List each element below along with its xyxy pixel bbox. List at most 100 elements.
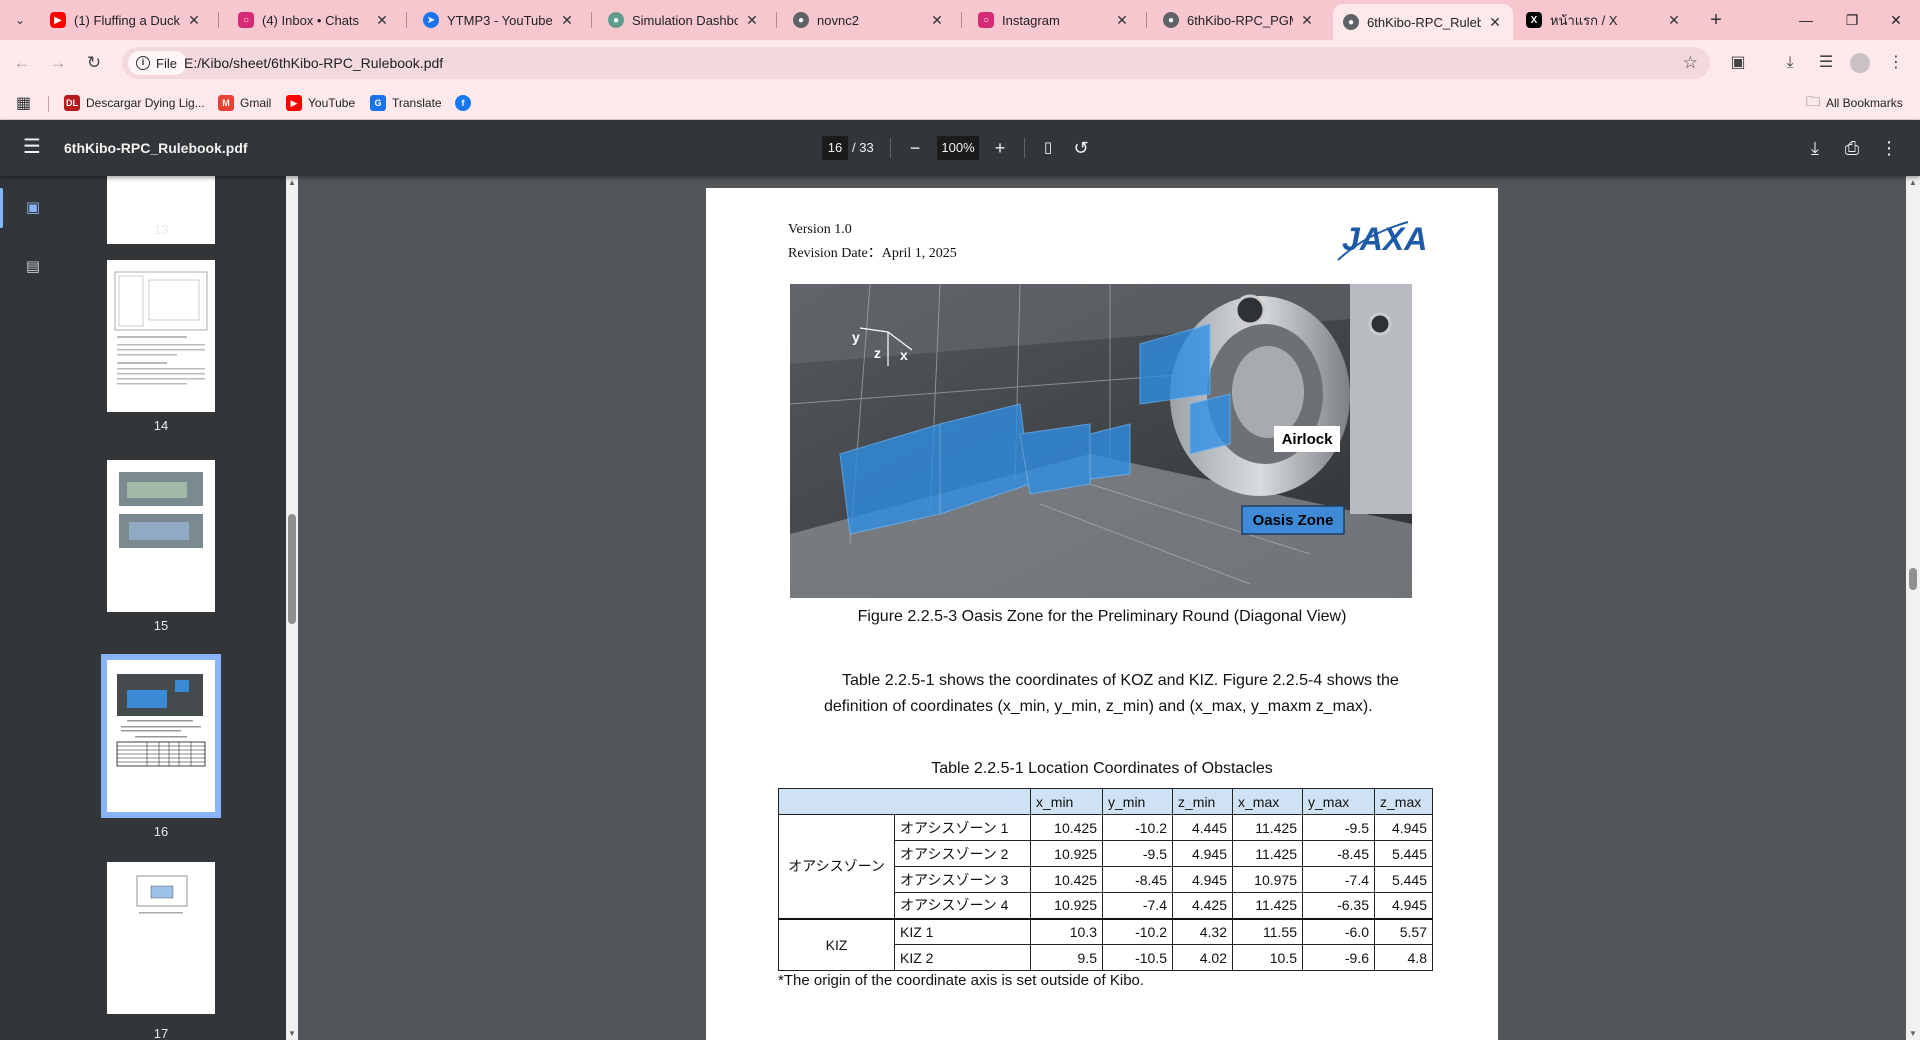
thumbnail-page-14[interactable] xyxy=(107,260,215,412)
row-name: KIZ 2 xyxy=(894,944,1031,971)
table-cell: -9.5 xyxy=(1302,814,1375,841)
url-text[interactable]: E:/Kibo/sheet/6thKibo-RPC_Rulebook.pdf xyxy=(184,47,443,79)
close-icon[interactable]: ✕ xyxy=(929,12,945,29)
tab-title: (4) Inbox • Chats xyxy=(262,12,360,28)
close-icon[interactable]: ✕ xyxy=(186,12,202,29)
zoom-input[interactable]: 100% xyxy=(937,136,979,160)
tab-9[interactable]: X หน้าแรก / X ✕ xyxy=(1516,6,1692,34)
table-header-cell: z_max xyxy=(1374,788,1433,815)
tab-6[interactable]: ○ Instagram ✕ xyxy=(968,6,1140,34)
browser-menu-button[interactable]: ⋮ xyxy=(1882,49,1910,77)
bookmark-translate[interactable]: G Translate xyxy=(370,92,442,114)
tab-3[interactable]: ➤ YTMP3 - YouTube to ✕ xyxy=(413,6,585,34)
pdf-more-button[interactable]: ⋮ xyxy=(1876,135,1902,161)
axis-z-label: z xyxy=(874,345,881,361)
close-icon[interactable]: ✕ xyxy=(1487,14,1503,31)
back-button[interactable]: ← xyxy=(8,49,36,77)
scroll-down-arrow-icon[interactable]: ▼ xyxy=(286,1029,298,1038)
gmail-icon: M xyxy=(218,95,234,111)
tab-5[interactable]: ● novnc2 ✕ xyxy=(783,6,955,34)
thumbnails-button[interactable]: ▣ xyxy=(20,195,46,221)
table-cell: 4.445 xyxy=(1172,814,1233,841)
tab-1[interactable]: ▶ (1) Fluffing a Duck - Bi ✕ xyxy=(40,6,212,34)
address-bar[interactable]: i File E:/Kibo/sheet/6thKibo-RPC_Ruleboo… xyxy=(122,47,1710,79)
fit-page-button[interactable]: ▯ xyxy=(1035,135,1061,161)
pdf-download-button[interactable]: ⤓ xyxy=(1802,135,1828,161)
tab-4[interactable]: ● Simulation Dashboard ✕ xyxy=(598,6,770,34)
tab-divider xyxy=(591,12,592,28)
rotate-button[interactable]: ↺ xyxy=(1068,135,1094,161)
tab-7[interactable]: ● 6thKibo-RPC_PGMan ✕ xyxy=(1153,6,1325,34)
restore-button[interactable]: ❐ xyxy=(1832,6,1872,34)
minimize-button[interactable]: — xyxy=(1786,6,1826,34)
table-group-label: オアシスゾーン xyxy=(778,814,895,919)
site-info-chip[interactable]: i File xyxy=(128,51,187,75)
browser-toolbar: ← → ↻ i File E:/Kibo/sheet/6thKibo-RPC_R… xyxy=(0,40,1920,86)
table-cell: 10.925 xyxy=(1030,892,1103,919)
table-header-cell: x_max xyxy=(1232,788,1303,815)
sidebar-toggle-button[interactable]: ☰ xyxy=(20,136,44,160)
zoom-out-button[interactable]: − xyxy=(902,135,928,161)
document-viewport[interactable]: Version 1.0 Revision Date：April 1, 2025 … xyxy=(298,176,1906,1040)
zoom-in-button[interactable]: + xyxy=(987,135,1013,161)
thumbnail-page-label: 14 xyxy=(153,418,169,433)
document-scrollbar[interactable]: ▲ ▼ xyxy=(1906,176,1920,1040)
figure-caption: Figure 2.2.5-3 Oasis Zone for the Prelim… xyxy=(857,608,1347,625)
minimize-icon: — xyxy=(1799,12,1813,28)
tab-title: (1) Fluffing a Duck - Bi xyxy=(74,12,180,28)
table-footnote: *The origin of the coordinate axis is se… xyxy=(778,972,1145,989)
tab-2[interactable]: ○ (4) Inbox • Chats ✕ xyxy=(228,6,400,34)
table-cell: -9.5 xyxy=(1102,840,1173,867)
close-icon[interactable]: ✕ xyxy=(1299,12,1315,29)
apps-button[interactable]: ▦ xyxy=(16,92,31,114)
table-header-blank xyxy=(778,788,1031,815)
all-bookmarks-button[interactable]: 🗀 All Bookmarks xyxy=(1806,92,1903,114)
version-text: Version 1.0 xyxy=(788,222,852,237)
close-icon[interactable]: ✕ xyxy=(559,12,575,29)
thumbnail-page-15[interactable] xyxy=(107,460,215,612)
thumbnail-page-16[interactable] xyxy=(101,654,221,818)
new-tab-button[interactable]: + xyxy=(1703,8,1729,34)
table-row: オアシスゾーン オアシスゾーン 1 10.425 -10.2 4.445 11.… xyxy=(778,814,1433,919)
close-icon[interactable]: ✕ xyxy=(1666,12,1682,29)
table-cell: 4.945 xyxy=(1172,840,1233,867)
close-window-button[interactable]: ✕ xyxy=(1876,6,1916,34)
close-icon[interactable]: ✕ xyxy=(1114,12,1130,29)
puzzle-icon: ▣ xyxy=(1730,54,1746,71)
print-button[interactable]: ⎙ xyxy=(1839,135,1865,161)
grid-icon: ▦ xyxy=(16,95,32,112)
bookmark-gmail[interactable]: M Gmail xyxy=(218,92,271,114)
bookmark-descargar[interactable]: DL Descargar Dying Lig... xyxy=(64,92,205,114)
scrollbar-thumb[interactable] xyxy=(288,514,296,624)
bookmark-star-icon[interactable]: ☆ xyxy=(1683,47,1698,79)
scroll-down-arrow-icon[interactable]: ▼ xyxy=(1906,1029,1920,1038)
thumbnail-page-17[interactable] xyxy=(107,862,215,1014)
kebab-menu-icon: ⋮ xyxy=(1880,138,1898,158)
page-number-input[interactable]: 16 xyxy=(822,136,848,160)
pdf-toolbar: ☰ 6thKibo-RPC_Rulebook.pdf 16 / 33 − 100… xyxy=(0,120,1920,176)
scrollbar-thumb[interactable] xyxy=(1909,568,1917,590)
downloads-button[interactable]: ⤓ xyxy=(1776,49,1804,77)
row-name: オアシスゾーン 3 xyxy=(894,866,1031,893)
tab-search-button[interactable]: ⌄ xyxy=(8,8,32,32)
scroll-up-arrow-icon[interactable]: ▲ xyxy=(286,178,298,187)
tab-8-active[interactable]: ● 6thKibo-RPC_Rulebo ✕ xyxy=(1333,4,1513,40)
thumbnail-scrollbar[interactable]: ▲ ▼ xyxy=(286,176,298,1040)
close-icon[interactable]: ✕ xyxy=(744,12,760,29)
table-header-row: x_min y_min z_min x_max y_max z_max xyxy=(778,788,1433,815)
reload-button[interactable]: ↻ xyxy=(80,49,108,77)
table-cell: 10.975 xyxy=(1232,866,1303,893)
close-icon[interactable]: ✕ xyxy=(374,12,390,29)
bookmark-facebook[interactable]: f xyxy=(455,92,477,114)
outline-button[interactable]: ▤ xyxy=(20,254,46,280)
scroll-up-arrow-icon[interactable]: ▲ xyxy=(1906,178,1920,187)
extensions-button[interactable]: ▣ xyxy=(1724,49,1752,77)
bookmark-youtube[interactable]: ▶ YouTube xyxy=(286,92,355,114)
table-cell: -8.45 xyxy=(1302,840,1375,867)
profile-button[interactable] xyxy=(1846,49,1874,77)
media-controls-button[interactable]: ☰ xyxy=(1812,49,1840,77)
bookmark-label: Descargar Dying Lig... xyxy=(86,96,205,110)
forward-button[interactable]: → xyxy=(44,49,72,77)
table-cell: -10.2 xyxy=(1102,917,1173,945)
table-cell: -6.35 xyxy=(1302,892,1375,919)
